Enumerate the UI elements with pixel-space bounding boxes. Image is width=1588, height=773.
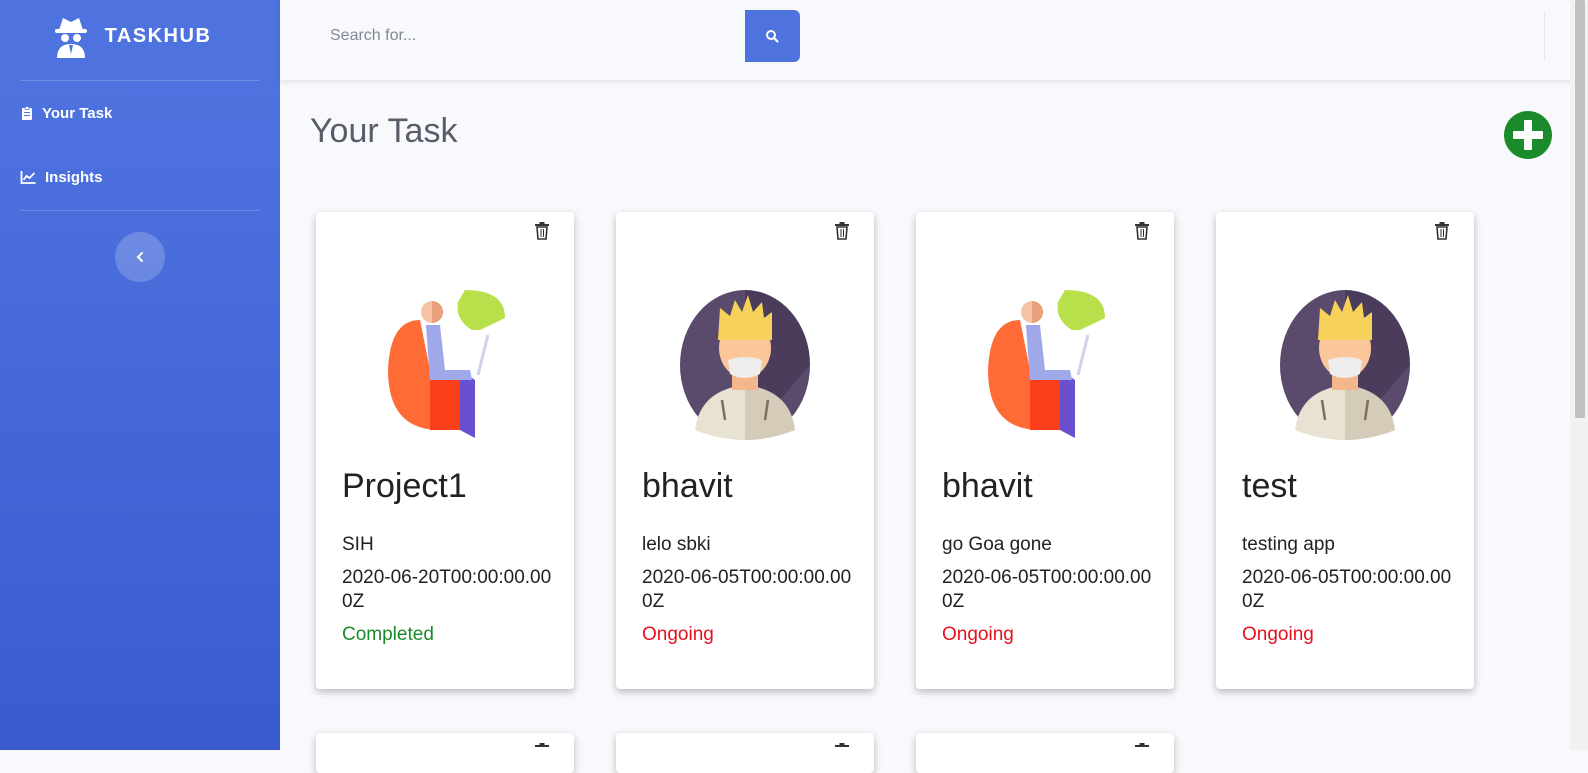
task-status: Completed — [342, 624, 434, 645]
topbar-divider — [1544, 12, 1545, 60]
add-task-button[interactable] — [1503, 110, 1553, 160]
trash-icon[interactable] — [834, 222, 850, 240]
scrollbar-thumb[interactable] — [1575, 0, 1585, 418]
page-title: Your Task — [310, 112, 458, 150]
task-date: 2020-06-05T00:00:00.000Z — [642, 567, 852, 612]
task-description: testing app — [1242, 534, 1335, 555]
chevron-left-icon — [136, 252, 143, 262]
search-bar — [310, 10, 800, 62]
person-in-chair-icon — [988, 290, 1105, 438]
task-card — [916, 733, 1174, 773]
sidebar-item-label: Your Task — [42, 104, 113, 122]
search-icon — [766, 30, 779, 43]
topbar — [280, 0, 1588, 80]
spy-icon — [54, 18, 87, 58]
sidebar: TASKHUB Your Task Insights — [0, 0, 280, 750]
task-date: 2020-06-20T00:00:00.000Z — [342, 567, 552, 612]
search-button[interactable] — [744, 10, 800, 62]
task-status: Ongoing — [942, 624, 1014, 645]
task-status: Ongoing — [1242, 624, 1314, 645]
brand-link[interactable]: TASKHUB — [0, 0, 280, 72]
sidebar-toggle-button[interactable] — [115, 232, 165, 282]
sidebar-item-label: Insights — [45, 168, 103, 186]
task-title: bhavit — [942, 467, 1033, 505]
task-card: bhavit lelo sbki 2020-06-05T00:00:00.000… — [616, 212, 874, 689]
sidebar-item-insights[interactable]: Insights — [20, 162, 260, 192]
task-title: test — [1242, 467, 1297, 505]
task-date: 2020-06-05T00:00:00.000Z — [1242, 567, 1452, 612]
masked-man-avatar-icon — [1280, 290, 1410, 440]
trash-icon[interactable] — [534, 743, 550, 761]
sidebar-item-your-task[interactable]: Your Task — [20, 98, 260, 128]
task-card — [616, 733, 874, 773]
task-title: bhavit — [642, 467, 733, 505]
task-card: bhavit go Goa gone 2020-06-05T00:00:00.0… — [916, 212, 1174, 689]
chart-area-icon — [20, 171, 36, 184]
sidebar-divider — [20, 210, 260, 211]
masked-man-avatar-icon — [680, 290, 810, 440]
clipboard-icon — [22, 106, 32, 120]
trash-icon[interactable] — [1134, 743, 1150, 761]
task-card: test testing app 2020-06-05T00:00:00.000… — [1216, 212, 1474, 689]
trash-icon[interactable] — [834, 743, 850, 761]
task-description: go Goa gone — [942, 534, 1052, 555]
task-status: Ongoing — [642, 624, 714, 645]
person-in-chair-icon — [388, 290, 505, 438]
task-card — [316, 733, 574, 773]
brand-name: TASKHUB — [104, 24, 212, 47]
task-description: lelo sbki — [642, 534, 711, 555]
trash-icon[interactable] — [534, 222, 550, 240]
trash-icon[interactable] — [1134, 222, 1150, 240]
task-card: Project1 SIH 2020-06-20T00:00:00.000Z Co… — [316, 212, 574, 689]
task-description: SIH — [342, 534, 374, 555]
trash-icon[interactable] — [1434, 222, 1450, 240]
task-date: 2020-06-05T00:00:00.000Z — [942, 567, 1152, 612]
scrollbar[interactable] — [1570, 0, 1588, 750]
task-title: Project1 — [342, 467, 467, 505]
search-input[interactable] — [310, 10, 745, 62]
sidebar-divider — [20, 80, 260, 81]
